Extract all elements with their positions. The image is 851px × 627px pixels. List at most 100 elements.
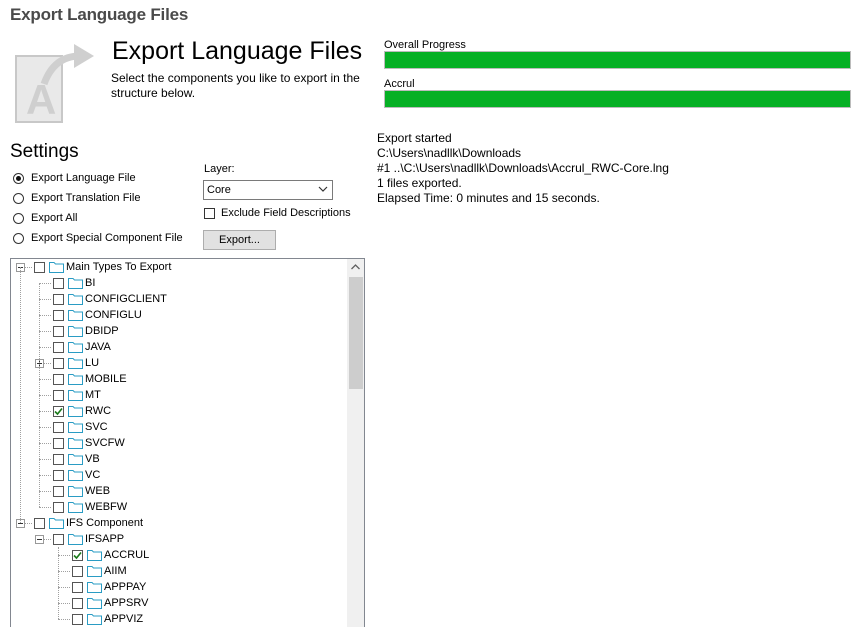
log-line: Export started <box>377 131 452 145</box>
export-document-icon: A <box>14 44 98 124</box>
tree-node[interactable]: WEBFW <box>53 499 127 515</box>
tree-node-label: AIIM <box>104 565 127 577</box>
overall-progress-bar <box>384 51 851 69</box>
tree-node-checkbox[interactable] <box>34 261 45 273</box>
tree-node[interactable]: APPSRV <box>72 595 148 611</box>
tree-node[interactable]: RWC <box>53 403 111 419</box>
log-line: C:\Users\nadllk\Downloads <box>377 146 522 160</box>
tree-node[interactable]: MOBILE <box>53 371 127 387</box>
tree-node[interactable]: CONFIGCLIENT <box>53 291 167 307</box>
tree-node[interactable]: VB <box>53 451 100 467</box>
tree-node-label: BI <box>85 277 96 289</box>
tree-guide-line <box>39 283 40 507</box>
tree-node-checkbox[interactable] <box>53 485 64 497</box>
tree-node-checkbox[interactable] <box>53 533 64 545</box>
tree-node-checkbox[interactable] <box>53 293 64 305</box>
tree-node[interactable]: MT <box>53 387 101 403</box>
tree-node-label: IFS Component <box>66 517 144 529</box>
radio-export-language-file[interactable]: Export Language File <box>13 170 136 186</box>
tree-node-checkbox[interactable] <box>53 389 64 401</box>
radio-button[interactable] <box>13 212 24 224</box>
folder-icon <box>68 485 83 497</box>
tree-node-checkbox[interactable] <box>53 405 64 417</box>
tree-scrollbar[interactable] <box>347 259 364 627</box>
item-progress-fill <box>385 91 850 107</box>
tree-node-checkbox[interactable] <box>53 501 64 513</box>
layer-label: Layer: <box>204 163 235 175</box>
scrollbar-thumb[interactable] <box>349 277 363 389</box>
tree-node[interactable]: LU <box>53 355 99 371</box>
radio-label: Export Special Component File <box>31 232 183 244</box>
folder-icon <box>68 293 83 305</box>
tree-node[interactable]: APPPAY <box>72 579 146 595</box>
tree-node-checkbox[interactable] <box>72 613 83 625</box>
radio-label: Export All <box>31 212 78 224</box>
radio-export-translation-file[interactable]: Export Translation File <box>13 190 140 206</box>
tree-node-checkbox[interactable] <box>53 309 64 321</box>
scroll-up-arrow-icon[interactable] <box>347 259 364 276</box>
tree-node-label: LU <box>85 357 100 369</box>
tree-node-checkbox[interactable] <box>72 565 83 577</box>
folder-icon <box>87 581 102 593</box>
page-description: Select the components you like to export… <box>111 71 360 100</box>
tree-node[interactable]: AIIM <box>72 563 127 579</box>
tree-node-checkbox[interactable] <box>72 581 83 593</box>
tree-node-checkbox[interactable] <box>53 341 64 353</box>
tree-node[interactable]: CONFIGLU <box>53 307 142 323</box>
item-progress-bar <box>384 90 851 108</box>
export-button[interactable]: Export... <box>203 230 276 250</box>
tree-guide-line <box>20 267 21 523</box>
tree-node-checkbox[interactable] <box>53 453 64 465</box>
radio-export-all[interactable]: Export All <box>13 210 77 226</box>
tree-node[interactable]: WEB <box>53 483 110 499</box>
folder-icon <box>87 597 102 609</box>
tree-node-label: VC <box>85 469 101 481</box>
settings-heading: Settings <box>10 141 79 162</box>
folder-icon <box>68 421 83 433</box>
tree-node[interactable]: DBIDP <box>53 323 119 339</box>
tree-node-checkbox[interactable] <box>72 549 83 561</box>
tree-node[interactable]: ACCRUL <box>72 547 149 563</box>
tree-node[interactable]: IFS Component <box>34 515 143 531</box>
tree-node-checkbox[interactable] <box>53 325 64 337</box>
tree-node-label: APPSRV <box>104 597 149 609</box>
radio-export-special-component-file[interactable]: Export Special Component File <box>13 230 183 246</box>
tree-node[interactable]: JAVA <box>53 339 111 355</box>
folder-icon <box>68 469 83 481</box>
folder-icon <box>49 517 64 529</box>
layer-select[interactable]: Core <box>203 180 333 200</box>
radio-button[interactable] <box>13 232 24 244</box>
tree-node[interactable]: IFSAPP <box>53 531 124 547</box>
tree-connector <box>39 395 51 396</box>
tree-connector <box>39 379 51 380</box>
tree-node-checkbox[interactable] <box>53 437 64 449</box>
radio-button[interactable] <box>13 192 24 204</box>
tree-node[interactable]: VC <box>53 467 100 483</box>
tree-node-label: Main Types To Export <box>66 261 172 273</box>
tree-node[interactable]: Main Types To Export <box>34 259 171 275</box>
radio-label: Export Language File <box>31 172 136 184</box>
tree-node[interactable]: APPVIZ <box>72 611 143 627</box>
log-line: 1 files exported. <box>377 176 462 190</box>
overall-progress-fill <box>385 52 850 68</box>
chevron-down-icon <box>318 184 328 194</box>
exclude-field-descriptions[interactable]: Exclude Field Descriptions <box>204 207 351 219</box>
exclude-field-descriptions-label: Exclude Field Descriptions <box>221 207 351 219</box>
tree-node-checkbox[interactable] <box>53 357 64 369</box>
layer-select-value: Core <box>207 184 231 196</box>
tree-node[interactable]: BI <box>53 275 95 291</box>
component-tree[interactable]: Main Types To Export BI CONFIGCLIENT CONFIG… <box>10 258 365 627</box>
tree-node-label: SVCFW <box>85 437 125 449</box>
exclude-field-descriptions-checkbox[interactable] <box>204 207 215 219</box>
tree-node-checkbox[interactable] <box>53 469 64 481</box>
tree-node-checkbox[interactable] <box>34 517 45 529</box>
tree-node-checkbox[interactable] <box>53 373 64 385</box>
tree-node-checkbox[interactable] <box>72 597 83 609</box>
tree-node-checkbox[interactable] <box>53 421 64 433</box>
window-title: Export Language Files <box>10 5 189 24</box>
tree-collapse-icon[interactable] <box>35 535 44 544</box>
tree-node[interactable]: SVC <box>53 419 108 435</box>
tree-node[interactable]: SVCFW <box>53 435 125 451</box>
radio-button[interactable] <box>13 172 24 184</box>
tree-node-checkbox[interactable] <box>53 277 64 289</box>
